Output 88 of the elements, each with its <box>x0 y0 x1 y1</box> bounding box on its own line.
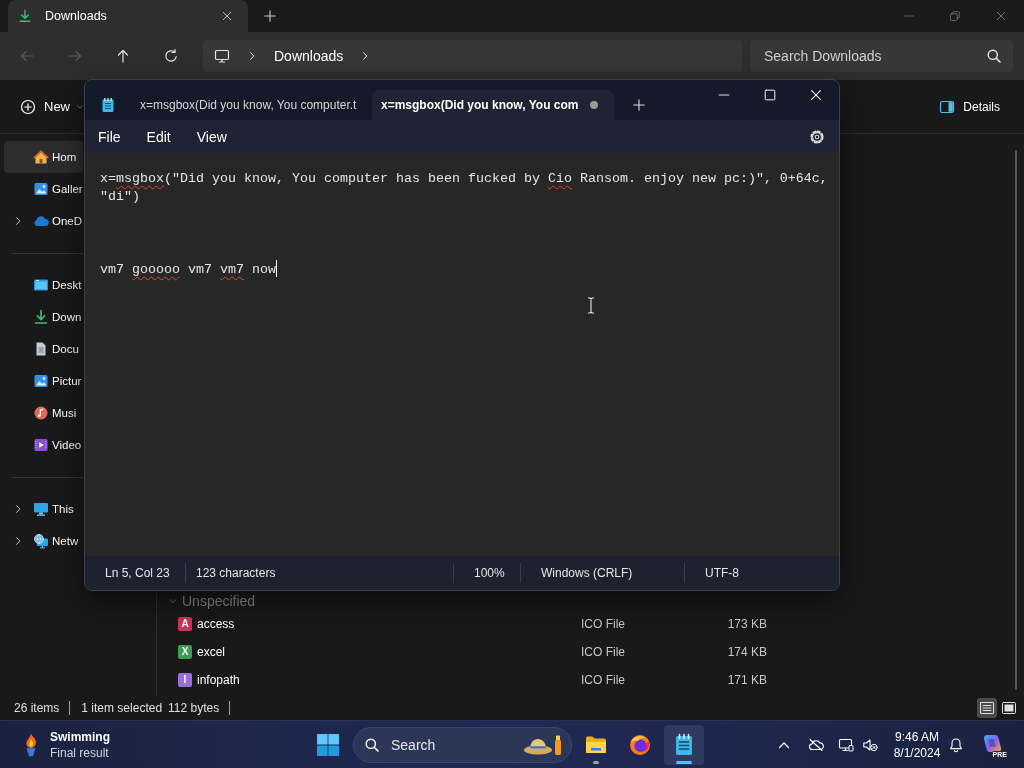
file-type-icon: A <box>178 617 192 631</box>
arrow-up-icon <box>115 48 131 64</box>
caret-icon <box>76 102 84 111</box>
search-field[interactable]: Search Downloads <box>750 40 1013 72</box>
music-note-icon <box>33 405 49 421</box>
plus-circle-icon <box>20 98 36 115</box>
menu-item[interactable]: Edit <box>136 122 181 151</box>
menu-item[interactable]: File <box>88 122 131 151</box>
address-bar[interactable]: Downloads <box>203 40 742 72</box>
list-view-icon <box>979 700 995 716</box>
tile-view-icon <box>1001 700 1017 716</box>
windows-logo-icon <box>316 732 340 757</box>
file-size: 174 KB <box>727 645 767 659</box>
monitor-icon <box>33 501 49 517</box>
file-type-icon: X <box>178 645 192 659</box>
explorer-tab[interactable]: Downloads <box>8 0 248 32</box>
sidebar-item[interactable]: Deskt <box>4 269 83 301</box>
selection-size: 112 bytes <box>168 701 220 715</box>
plus-icon <box>263 9 277 23</box>
close-icon <box>809 88 823 102</box>
sidebar-item[interactable]: This <box>4 493 83 525</box>
network-icon <box>33 533 49 549</box>
notepad-tab[interactable]: x=msgbox(Did you know, You com <box>372 90 615 120</box>
file-size: 171 KB <box>727 673 767 687</box>
picture-icon <box>33 373 49 389</box>
menu-item[interactable]: View <box>186 122 237 151</box>
details-view-button[interactable] <box>977 698 997 718</box>
desktop-icon <box>33 277 49 293</box>
close-icon <box>995 10 1007 22</box>
arrow-right-icon <box>67 48 83 64</box>
bell-icon <box>948 736 964 753</box>
details-button[interactable]: Details <box>939 90 1000 123</box>
sidebar-item[interactable]: Netw <box>4 525 83 557</box>
breadcrumb-item[interactable]: Downloads <box>274 48 344 64</box>
file-name[interactable]: access <box>197 617 235 631</box>
notepad-button[interactable] <box>664 724 704 765</box>
file-name[interactable]: excel <box>197 645 225 659</box>
text-cursor-icon <box>587 297 595 314</box>
text-line: vm7 gooooo vm7 vm7 now <box>100 262 276 277</box>
sidebar-item[interactable]: Galler <box>4 173 83 205</box>
file-type: ICO File <box>581 645 625 659</box>
scrollbar[interactable] <box>1015 150 1017 690</box>
home-icon <box>33 149 49 165</box>
sidebar-item[interactable]: Down <box>4 301 83 333</box>
file-type-icon: I <box>178 673 192 687</box>
sidebar-item[interactable]: Video <box>4 429 83 461</box>
arrow-left-icon <box>19 48 35 64</box>
selection-count: 1 item selected <box>81 701 163 715</box>
download-icon <box>18 9 32 23</box>
item-count: 26 items <box>14 701 60 715</box>
details-pane-icon <box>939 98 956 115</box>
plus-icon <box>632 98 647 112</box>
maximize-icon <box>763 88 777 102</box>
sidebar-item[interactable]: Hom <box>4 141 83 173</box>
new-button[interactable]: New <box>12 90 84 123</box>
file-type: ICO File <box>581 617 625 631</box>
search-field[interactable]: Search <box>353 726 572 763</box>
sidebar-item[interactable]: Pictur <box>4 365 83 397</box>
encoding-label: UTF-8 <box>705 566 739 580</box>
download-icon <box>33 309 49 325</box>
file-size: 173 KB <box>727 617 767 631</box>
bottle-icon <box>553 733 563 756</box>
settings-icon <box>809 128 825 145</box>
restore-icon <box>949 10 961 22</box>
sidebar-item[interactable]: OneD <box>4 205 83 237</box>
line-ending: Windows (CRLF) <box>541 566 633 580</box>
sidebar-item[interactable]: Docu <box>4 333 83 365</box>
search-icon[interactable] <box>986 48 1002 64</box>
browser-icon <box>628 732 652 757</box>
video-icon <box>33 437 49 453</box>
text-line: x=msgbox("Did you know, You computer has been fucked by Cio Ransom. enjoy new pc:)", 0+64c, "di") <box>100 171 829 204</box>
sidebar-item[interactable]: Musi <box>4 397 83 429</box>
clock[interactable]: 9:46 AM 8/1/2024 <box>888 724 946 765</box>
text-editor[interactable]: x=msgbox("Did you know, You computer has been fucked by Cio Ransom. enjoy new pc:)", 0+64c, "di") vm7 gooooo vm7 vm7 now <box>85 153 839 556</box>
refresh-icon <box>163 48 179 64</box>
zoom-level: 100% <box>474 566 505 580</box>
widget-button[interactable]: Swimming Final result <box>12 724 118 765</box>
cloud-icon <box>33 213 49 229</box>
cursor-position: Ln 5, Col 23 <box>105 566 170 580</box>
search-icon[interactable] <box>364 736 380 753</box>
file-name[interactable]: infopath <box>197 673 240 687</box>
monitor-icon <box>214 48 230 64</box>
gallery-icon <box>33 181 49 197</box>
notepad-tab[interactable]: x=msgbox(Did you know, You computer.t <box>130 90 372 120</box>
character-count: 123 characters <box>196 566 276 580</box>
file-type: ICO File <box>581 673 625 687</box>
notepad-icon <box>100 97 116 113</box>
close-icon <box>221 10 233 22</box>
